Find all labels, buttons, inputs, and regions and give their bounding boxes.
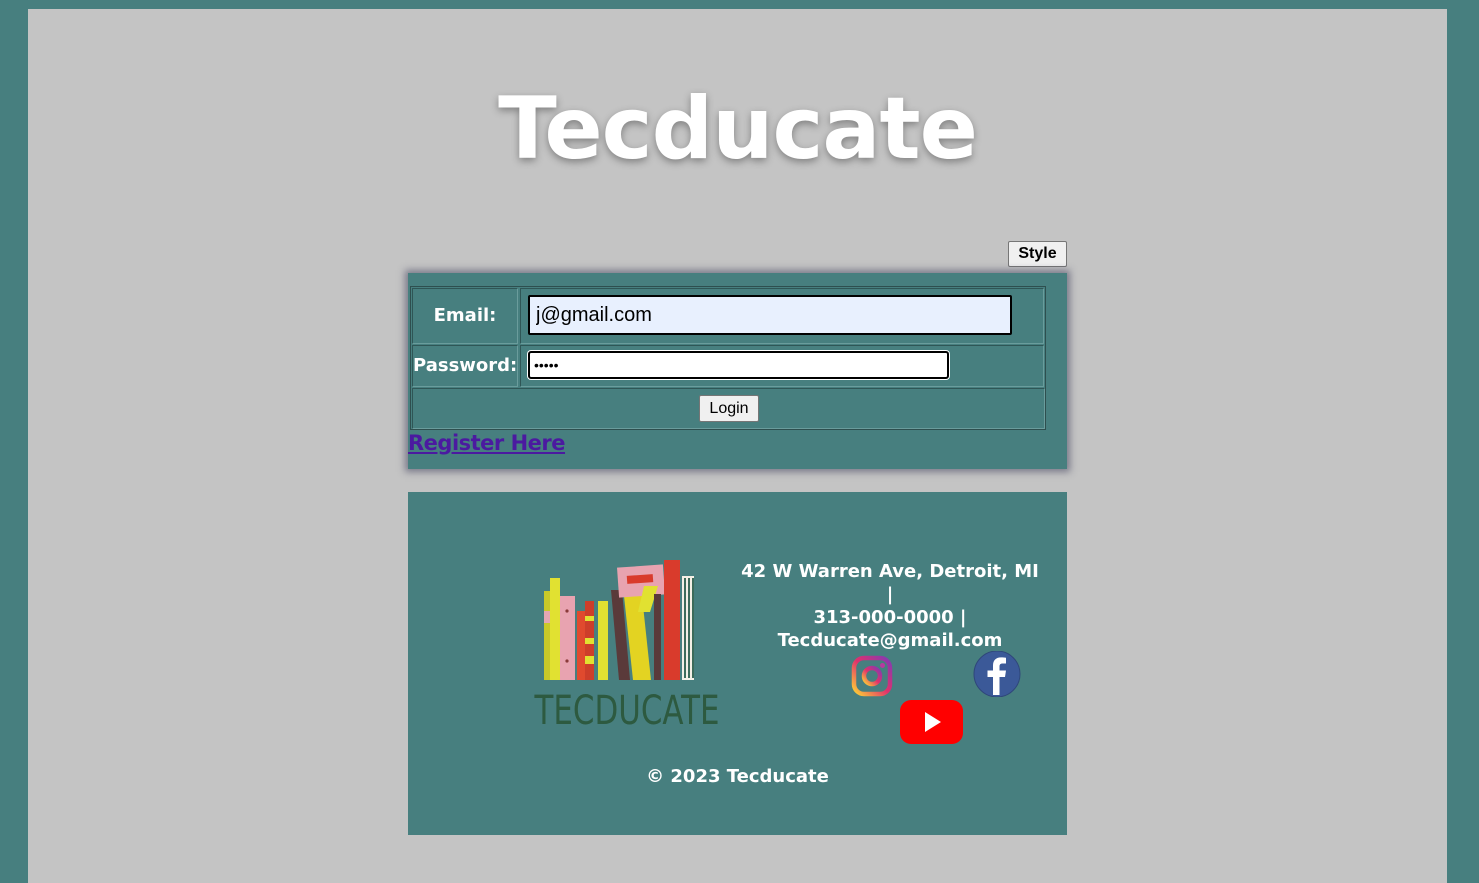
contact-email: Tecducate@gmail.com: [777, 630, 1003, 651]
password-field[interactable]: [528, 351, 949, 379]
login-button[interactable]: Login: [699, 395, 759, 422]
password-input-cell: [520, 345, 1044, 387]
contact-info: 42 W Warren Ave, Detroit, MI | 313-000-0…: [740, 560, 1040, 652]
login-form-table: Email: Password: Login: [410, 286, 1046, 430]
style-button[interactable]: Style: [1008, 241, 1067, 267]
copyright-text: © 2023 Tecducate: [646, 766, 829, 787]
facebook-icon[interactable]: [972, 651, 1022, 697]
page-container: Tecducate Style Email: Password: Login R…: [28, 9, 1447, 883]
login-button-cell: Login: [412, 388, 1045, 429]
register-link[interactable]: Register Here: [408, 431, 566, 455]
contact-address: 42 W Warren Ave, Detroit, MI |: [741, 561, 1039, 605]
login-panel: Email: Password: Login Register Here: [408, 273, 1067, 469]
password-label-cell: Password:: [412, 345, 518, 387]
email-label: Email:: [433, 305, 497, 326]
logo-text: TECDUCATE: [534, 688, 720, 728]
password-label: Password:: [413, 355, 518, 376]
email-input-cell: [520, 288, 1044, 344]
tecducate-logo: TECDUCATE: [534, 560, 720, 728]
youtube-icon[interactable]: [900, 699, 963, 745]
email-field[interactable]: [528, 295, 1012, 335]
site-title: Tecducate: [498, 79, 978, 179]
footer: TECDUCATE 42 W Warren Ave, Detroit, MI |…: [408, 492, 1067, 835]
instagram-icon[interactable]: [851, 655, 893, 697]
contact-phone: 313-000-0000 |: [813, 607, 967, 628]
email-label-cell: Email:: [412, 288, 518, 344]
